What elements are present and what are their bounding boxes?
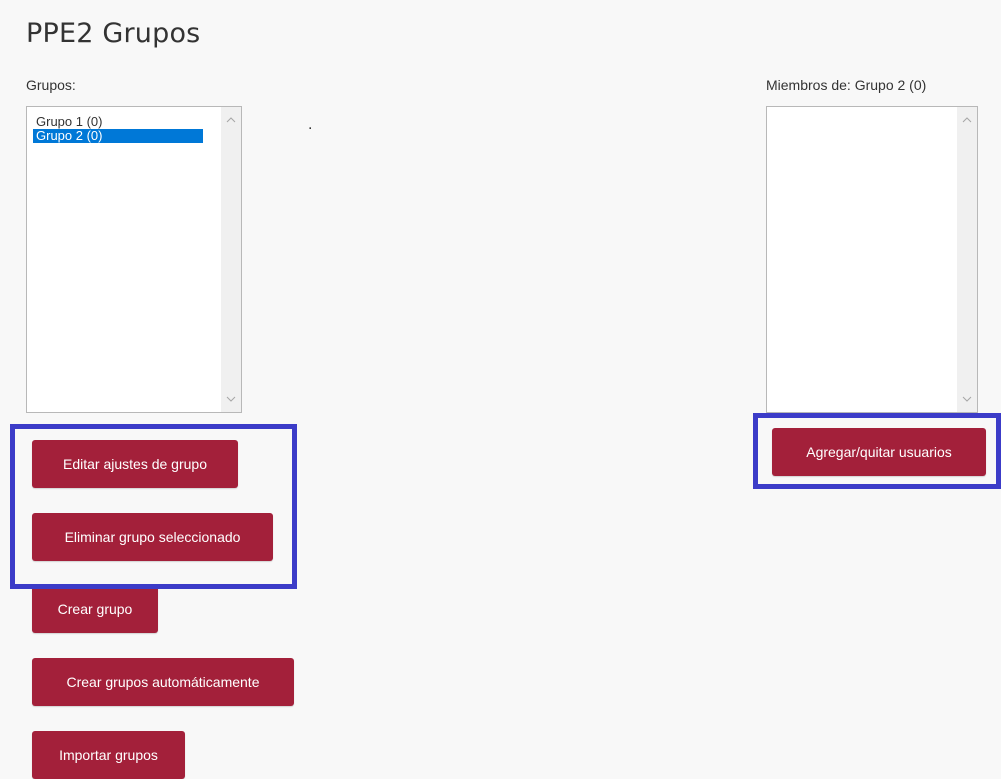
add-remove-users-button[interactable]: Agregar/quitar usuarios <box>772 428 986 476</box>
auto-create-groups-button[interactable]: Crear grupos automáticamente <box>32 658 294 706</box>
delete-selected-group-button[interactable]: Eliminar grupo seleccionado <box>32 513 273 561</box>
group-item-2[interactable]: Grupo 2 (0) <box>33 129 203 143</box>
groups-list: Grupo 1 (0) Grupo 2 (0) <box>33 115 203 143</box>
group-item-1[interactable]: Grupo 1 (0) <box>33 115 203 129</box>
members-listbox[interactable] <box>766 106 978 413</box>
page-title: PPE2 Grupos <box>26 18 201 49</box>
chevron-down-icon[interactable] <box>957 389 977 409</box>
groups-label: Grupos: <box>26 77 76 93</box>
chevron-down-icon[interactable] <box>221 389 241 409</box>
separator-dot: . <box>308 116 313 133</box>
chevron-up-icon[interactable] <box>957 110 977 130</box>
create-group-button[interactable]: Crear grupo <box>32 585 158 633</box>
chevron-up-icon[interactable] <box>221 110 241 130</box>
groups-scrollbar[interactable] <box>221 107 241 412</box>
members-label: Miembros de: Grupo 2 (0) <box>766 77 927 93</box>
members-scrollbar[interactable] <box>957 107 977 412</box>
import-groups-button[interactable]: Importar grupos <box>32 731 185 779</box>
groups-listbox[interactable]: Grupo 1 (0) Grupo 2 (0) <box>26 106 242 413</box>
edit-group-settings-button[interactable]: Editar ajustes de grupo <box>32 440 238 488</box>
